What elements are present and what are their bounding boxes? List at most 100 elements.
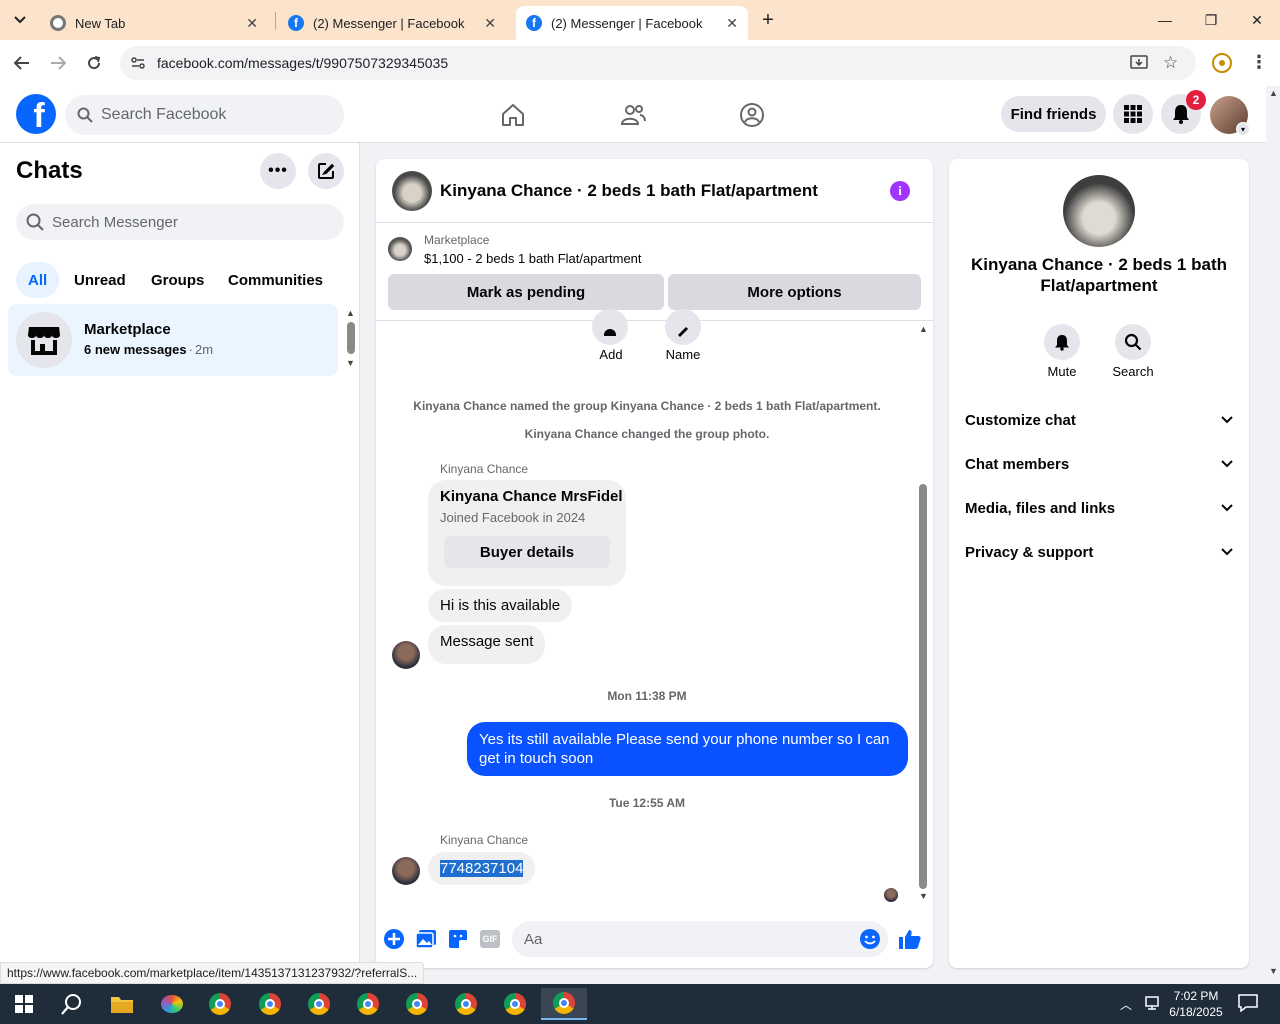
gif-icon[interactable]: GIF (478, 927, 502, 951)
forward-button[interactable] (45, 50, 71, 76)
buyer-joined: Joined Facebook in 2024 (440, 510, 586, 525)
photo-icon[interactable] (414, 927, 438, 951)
chevron-down-icon (14, 16, 26, 24)
group-avatar[interactable] (392, 171, 432, 211)
close-icon[interactable]: ✕ (484, 15, 496, 32)
chrome-icon[interactable] (200, 988, 240, 1020)
restore-button[interactable]: ❐ (1188, 0, 1234, 40)
show-hidden-icons-icon[interactable]: ︿ (1120, 996, 1132, 1013)
tab-messenger-1[interactable]: f (2) Messenger | Facebook ✕ (278, 6, 506, 40)
mute-button[interactable]: Mute (1032, 324, 1092, 379)
name-label: Name (665, 347, 701, 362)
buyer-profile-card: Kinyana Chance MrsFidel Joined Facebook … (428, 480, 626, 586)
facebook-logo[interactable]: f (16, 94, 56, 134)
tab-new-tab[interactable]: New Tab ✕ (40, 6, 268, 40)
chat-members-section[interactable]: Chat members (965, 442, 1233, 486)
minimize-button[interactable]: — (1142, 0, 1188, 40)
notification-center-icon[interactable] (1238, 994, 1258, 1017)
chrome-icon[interactable] (250, 988, 290, 1020)
chrome-icon[interactable] (495, 988, 535, 1020)
profile-icon[interactable] (1212, 53, 1232, 73)
group-photo[interactable] (1063, 175, 1135, 247)
system-message: Kinyana Chance changed the group photo. (524, 427, 770, 441)
paint-app-icon[interactable] (152, 988, 192, 1020)
conversation-header: Kinyana Chance · 2 beds 1 bath Flat/apar… (376, 159, 933, 223)
rename-button[interactable] (665, 309, 701, 345)
new-tab-button[interactable]: + (756, 8, 780, 32)
scroll-thumb[interactable] (919, 484, 927, 889)
filter-groups[interactable]: Groups (139, 262, 216, 298)
tab-title: New Tab (75, 15, 126, 31)
chrome-icon[interactable] (446, 988, 486, 1020)
chevron-down-icon (1221, 504, 1233, 512)
timestamp: Mon 11:38 PM (607, 689, 687, 703)
sticker-icon[interactable] (446, 927, 470, 951)
clock-date: 6/18/2025 (1169, 1005, 1223, 1019)
conversation-title[interactable]: Kinyana Chance · 2 beds 1 bath Flat/apar… (440, 181, 818, 201)
listing-title[interactable]: $1,100 - 2 beds 1 bath Flat/apartment (424, 251, 642, 266)
tab-search-button[interactable] (8, 8, 32, 32)
site-info-icon[interactable] (130, 55, 146, 74)
chrome-icon-active[interactable] (541, 988, 587, 1020)
file-explorer-icon[interactable] (102, 988, 142, 1020)
search-icon[interactable] (52, 988, 92, 1020)
window-close-button[interactable]: ✕ (1234, 0, 1280, 40)
mark-as-pending-button[interactable]: Mark as pending (388, 274, 664, 310)
start-button[interactable] (4, 988, 44, 1020)
back-button[interactable] (9, 50, 35, 76)
sender-avatar[interactable] (392, 857, 420, 885)
message-input[interactable]: Aa (512, 921, 888, 957)
system-clock[interactable]: 7:02 PM 6/18/2025 (1168, 988, 1224, 1020)
selected-phone-number[interactable]: 7748237104 (440, 860, 524, 877)
chat-options-button[interactable]: ••• (260, 153, 296, 189)
emoji-icon[interactable] (858, 927, 882, 951)
tab-messenger-2[interactable]: f (2) Messenger | Facebook ✕ (516, 6, 748, 40)
network-icon[interactable] (1143, 995, 1161, 1016)
info-icon[interactable]: i (890, 181, 910, 201)
chrome-icon (50, 15, 66, 31)
friends-icon[interactable] (616, 98, 650, 132)
chrome-icon[interactable] (397, 988, 437, 1020)
filter-unread[interactable]: Unread (62, 262, 138, 298)
new-message-button[interactable] (308, 153, 344, 189)
search-conversation-button[interactable]: Search (1103, 324, 1163, 379)
page-scrollbar[interactable]: ▲ ▼ (1266, 86, 1280, 984)
chat-list-scrollbar[interactable]: ▲ ▼ (344, 308, 356, 370)
buyer-details-button[interactable]: Buyer details (444, 536, 610, 568)
section-label: Media, files and links (965, 499, 1116, 517)
grid-icon (1124, 105, 1142, 123)
messenger-search-input[interactable]: Search Messenger (16, 204, 344, 240)
thumbs-up-icon[interactable] (898, 927, 922, 951)
address-bar[interactable]: facebook.com/messages/t/9907507329345035… (120, 46, 1196, 80)
more-options-button[interactable]: More options (668, 274, 921, 310)
sender-avatar[interactable] (392, 641, 420, 669)
install-app-icon[interactable] (1130, 54, 1148, 75)
chevron-down-icon[interactable]: ▾ (1236, 122, 1250, 136)
chrome-icon[interactable] (348, 988, 388, 1020)
facebook-search-input[interactable]: Search Facebook (65, 95, 344, 135)
bookmark-star-icon[interactable]: ☆ (1163, 53, 1178, 73)
privacy-support-section[interactable]: Privacy & support (965, 530, 1233, 574)
link-status-bar: https://www.facebook.com/marketplace/ite… (0, 962, 425, 984)
browser-tab-bar: New Tab ✕ f (2) Messenger | Facebook ✕ f… (0, 0, 1280, 40)
groups-icon[interactable] (735, 98, 769, 132)
plus-icon[interactable] (382, 927, 406, 951)
menu-grid-button[interactable] (1113, 94, 1153, 134)
windows-taskbar: ︿ 7:02 PM 6/18/2025 (0, 984, 1280, 1024)
find-friends-button[interactable]: Find friends (1001, 96, 1106, 132)
home-icon[interactable] (496, 98, 530, 132)
chrome-icon[interactable] (299, 988, 339, 1020)
filter-all[interactable]: All (16, 262, 60, 298)
reload-button[interactable] (81, 50, 107, 76)
sender-name: Kinyana Chance (440, 833, 529, 847)
close-icon[interactable]: ✕ (246, 15, 258, 32)
chat-list-item-marketplace[interactable]: Marketplace 6 new messages · 2m (8, 304, 338, 376)
filter-communities[interactable]: Communities (216, 262, 335, 298)
close-icon[interactable]: ✕ (726, 15, 738, 32)
add-people-button[interactable] (592, 309, 628, 345)
media-files-links-section[interactable]: Media, files and links (965, 486, 1233, 530)
customize-chat-section[interactable]: Customize chat (965, 398, 1233, 442)
system-message: Kinyana Chance named the group Kinyana C… (413, 399, 881, 413)
browser-menu-icon[interactable]: ⋮ (1250, 52, 1268, 73)
listing-thumbnail[interactable] (388, 237, 412, 261)
